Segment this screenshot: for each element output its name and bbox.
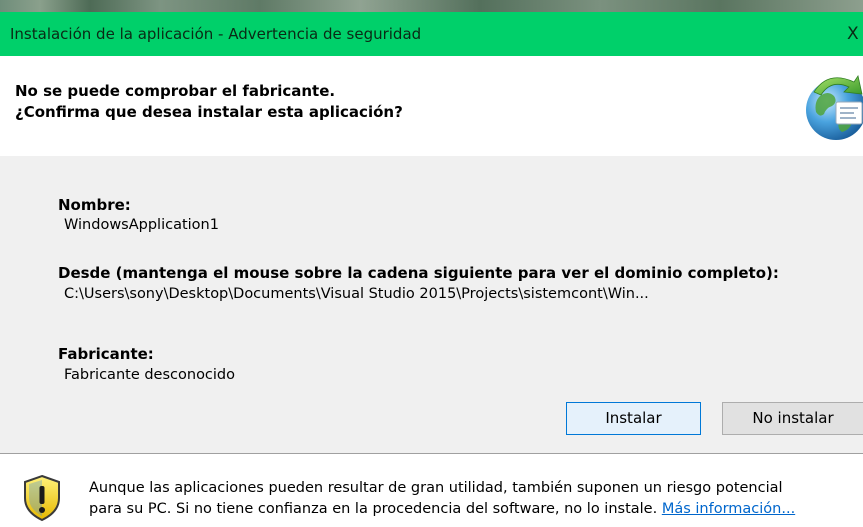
publisher-label: Fabricante:	[58, 345, 154, 363]
background-strip	[0, 0, 863, 12]
install-button[interactable]: Instalar	[566, 402, 701, 435]
footer-warning-line2: para su PC. Si no tiene confianza en la …	[89, 501, 795, 517]
from-label: Desde (mantenga el mouse sobre la cadena…	[58, 264, 779, 282]
header-warning-line: No se puede comprobar el fabricante.	[15, 82, 336, 100]
globe-icon	[806, 74, 863, 140]
security-footer: Aunque las aplicaciones pueden resultar …	[0, 454, 863, 527]
title-bar[interactable]: Instalación de la aplicación - Advertenc…	[0, 12, 863, 56]
header-question-line: ¿Confirma que desea instalar esta aplica…	[15, 103, 403, 121]
window-title: Instalación de la aplicación - Advertenc…	[10, 25, 422, 43]
close-button[interactable]: X	[847, 12, 863, 56]
name-label: Nombre:	[58, 196, 131, 214]
footer-warning-line2-text: para su PC. Si no tiene confianza en la …	[89, 501, 658, 517]
dialog-content: Nombre: WindowsApplication1 Desde (mante…	[0, 156, 863, 446]
dialog-header: No se puede comprobar el fabricante. ¿Co…	[0, 56, 863, 156]
more-info-link[interactable]: Más información...	[662, 501, 795, 517]
footer-warning-line1: Aunque las aplicaciones pueden resultar …	[89, 480, 783, 496]
warning-shield-icon	[24, 474, 60, 522]
no-install-button[interactable]: No instalar	[722, 402, 863, 435]
publisher-value: Fabricante desconocido	[64, 367, 236, 383]
from-value[interactable]: C:\Users\sony\Desktop\Documents\Visual S…	[64, 286, 649, 302]
name-value: WindowsApplication1	[64, 217, 219, 233]
